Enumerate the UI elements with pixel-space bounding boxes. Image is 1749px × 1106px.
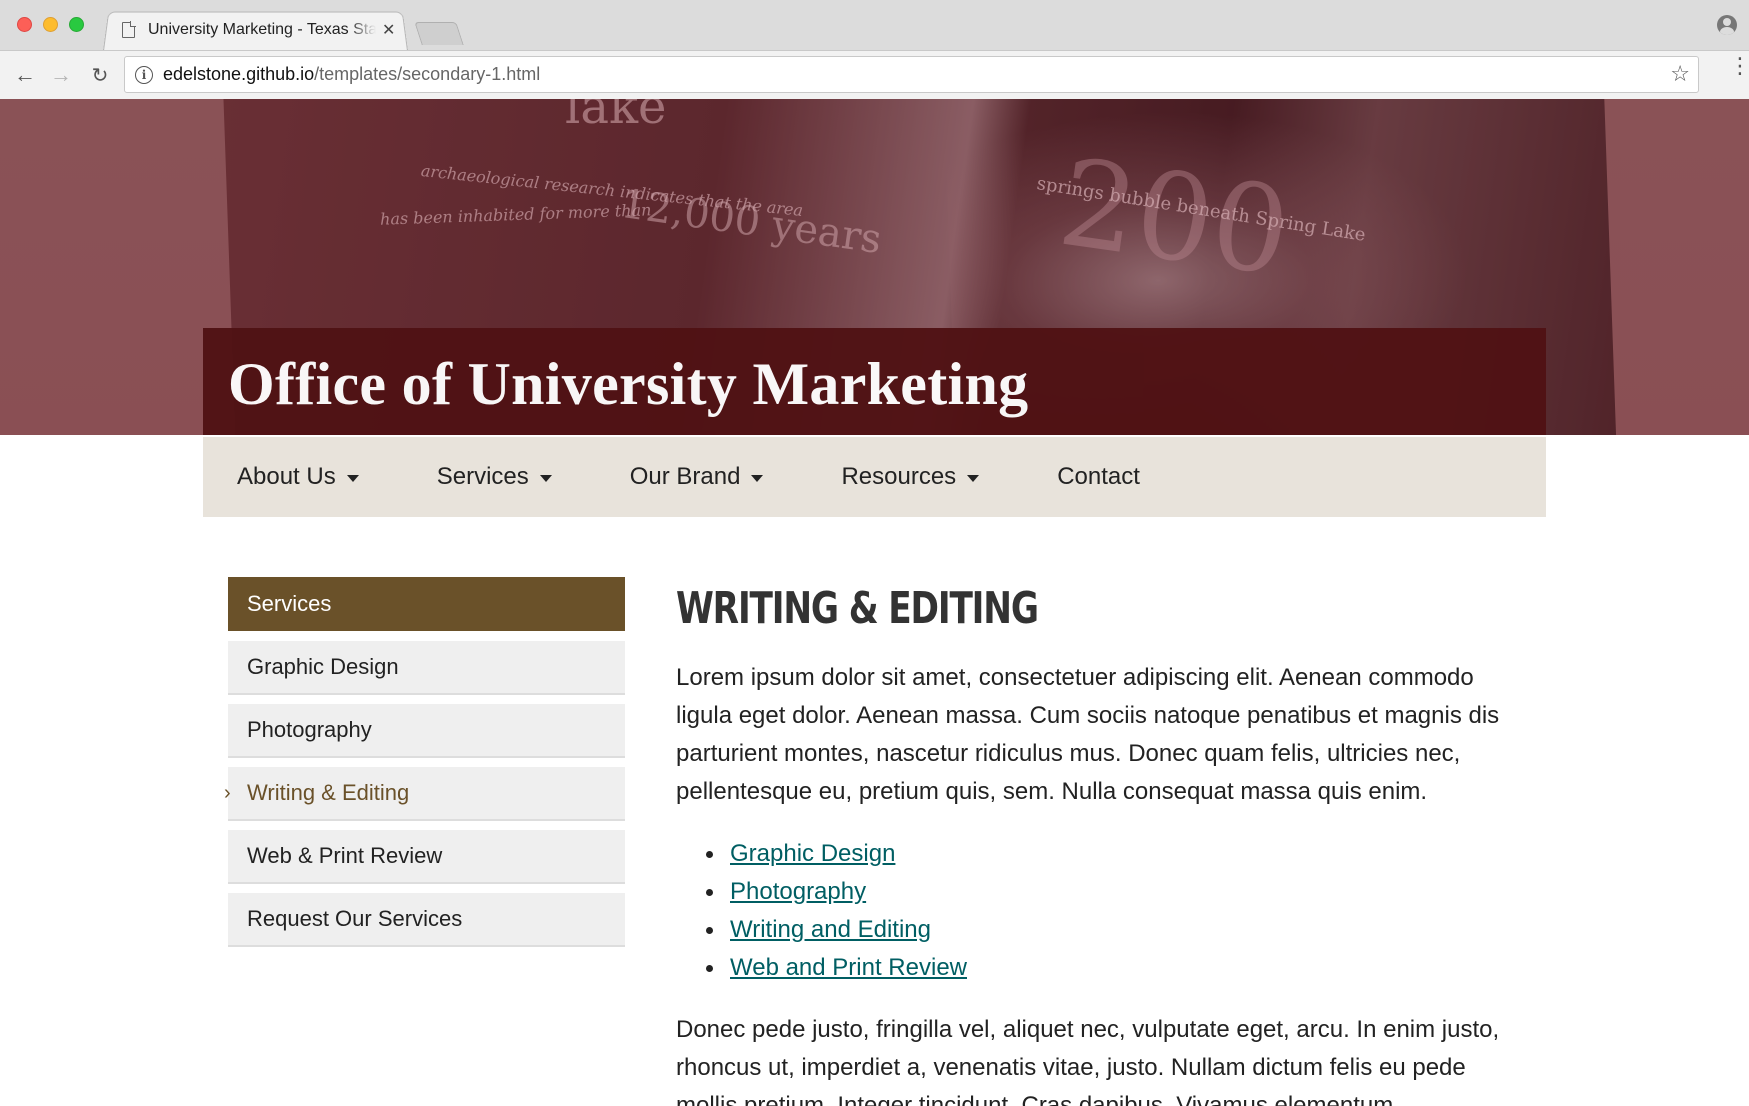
forward-icon[interactable]: → (46, 60, 76, 90)
nav-item-resources[interactable]: Resources (841, 463, 980, 491)
star-icon[interactable]: ☆ (1670, 61, 1690, 87)
section-sidebar: Services Graphic Design Photography › Wr… (224, 577, 625, 956)
site-title-bar: Office of University Marketing (203, 328, 1546, 435)
nav-item-about-us[interactable]: About Us (237, 463, 359, 491)
sidebar-item-label: Writing & Editing (247, 780, 410, 805)
tab-title: University Marketing - Texas State (148, 21, 376, 38)
list-item: Web and Print Review (706, 949, 1526, 987)
nav-item-contact[interactable]: Contact (1057, 463, 1140, 491)
site-title[interactable]: Office of University Marketing (228, 350, 1028, 419)
page-icon (122, 21, 136, 38)
browser-toolbar: ← → ↻ i edelstone.github.io/templates/se… (0, 50, 1749, 99)
address-bar[interactable]: i edelstone.github.io/templates/secondar… (124, 56, 1699, 93)
close-window-button[interactable] (17, 17, 32, 32)
caret-down-icon (539, 474, 552, 482)
url-host: edelstone.github.io (163, 64, 315, 84)
url-text[interactable]: edelstone.github.io/templates/secondary-… (163, 64, 540, 85)
nav-item-label: About Us (237, 463, 336, 490)
body-paragraph: Donec pede justo, fringilla vel, aliquet… (676, 1016, 1500, 1106)
nav-item-our-brand[interactable]: Our Brand (630, 463, 764, 491)
maximize-window-button[interactable] (69, 17, 84, 32)
close-icon[interactable]: ✕ (382, 20, 395, 40)
nav-item-label: Services (436, 463, 529, 490)
link-writing-editing[interactable]: Writing and Editing (730, 916, 931, 943)
caret-down-icon (967, 474, 980, 482)
tab-strip: University Marketing - Texas State ✕ (0, 0, 1749, 52)
caret-down-icon (751, 474, 764, 482)
sidebar-heading[interactable]: Services (228, 577, 625, 631)
list-item: Graphic Design (706, 835, 1526, 873)
menu-icon[interactable]: ⋮ (1729, 55, 1749, 77)
chevron-right-icon: › (224, 782, 231, 804)
profile-icon[interactable] (1717, 15, 1737, 35)
browser-chrome: University Marketing - Texas State ✕ ← →… (0, 0, 1749, 99)
nav-item-services[interactable]: Services (437, 463, 552, 491)
back-icon[interactable]: ← (10, 60, 40, 90)
sidebar-item-writing-editing[interactable]: › Writing & Editing (224, 767, 625, 821)
nav-item-label: Contact (1057, 463, 1140, 490)
nav-item-label: Resources (841, 463, 957, 490)
sidebar-item-request-services[interactable]: Request Our Services (228, 893, 625, 947)
sidebar-item-web-print-review[interactable]: Web & Print Review (228, 830, 625, 884)
main-content: WRITING & EDITING Lorem ipsum dolor sit … (676, 577, 1526, 1106)
services-link-list: Graphic Design Photography Writing and E… (706, 835, 1526, 987)
reload-icon[interactable]: ↻ (85, 60, 115, 90)
main-navigation: About Us Services Our Brand Resources Co… (203, 437, 1546, 517)
nav-item-label: Our Brand (629, 463, 741, 490)
link-web-print-review[interactable]: Web and Print Review (730, 954, 967, 981)
browser-tab-content[interactable]: University Marketing - Texas State ✕ (122, 12, 407, 48)
list-item: Writing and Editing (706, 911, 1526, 949)
web-page: lake archaeological research indicates t… (0, 99, 1749, 1106)
list-item: Photography (706, 873, 1526, 911)
url-path: /templates/secondary-1.html (314, 64, 541, 84)
info-icon[interactable]: i (135, 65, 153, 84)
caret-down-icon (346, 474, 359, 482)
minimize-window-button[interactable] (43, 17, 58, 32)
link-graphic-design[interactable]: Graphic Design (730, 840, 895, 867)
sidebar-item-graphic-design[interactable]: Graphic Design (228, 641, 625, 695)
hero-banner: lake archaeological research indicates t… (0, 99, 1749, 435)
link-photography[interactable]: Photography (730, 878, 866, 905)
intro-paragraph: Lorem ipsum dolor sit amet, consectetuer… (676, 664, 1500, 805)
sidebar-item-photography[interactable]: Photography (228, 704, 625, 758)
page-heading: WRITING & EDITING (676, 583, 1039, 634)
new-tab-button[interactable] (414, 22, 464, 45)
